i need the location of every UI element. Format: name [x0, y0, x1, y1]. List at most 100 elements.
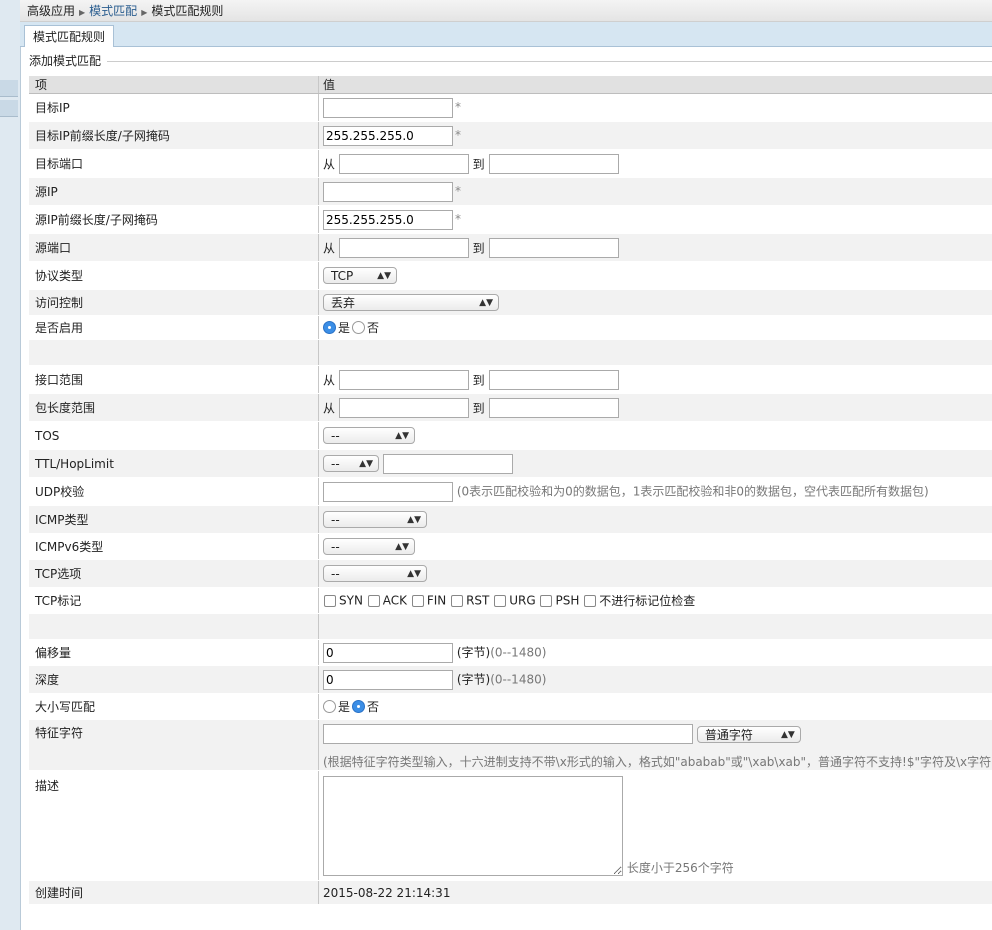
target-port-from-input[interactable]: [338, 153, 469, 174]
field-label: 协议类型: [29, 261, 319, 290]
field-label: 描述: [29, 770, 319, 881]
enabled-yes-radio[interactable]: [323, 321, 336, 334]
breadcrumb: 高级应用 ▶ 模式匹配 ▶ 模式匹配规则: [20, 0, 992, 22]
breadcrumb-link[interactable]: 模式匹配: [89, 4, 137, 18]
field-label: UDP校验: [29, 477, 319, 506]
field-label: ICMP类型: [29, 505, 319, 534]
field-label: 创建时间: [29, 880, 319, 905]
field-label: 大小写匹配: [29, 693, 319, 720]
required-mark: *: [455, 212, 461, 226]
row-source-port: 源端口 从 到: [29, 233, 992, 262]
source-port-from-input[interactable]: [338, 237, 469, 258]
from-label: 从: [323, 241, 336, 255]
select-arrows-icon: ▲▼: [407, 569, 421, 579]
row-udp-check: UDP校验 (0表示匹配校验和为0的数据包，1表示匹配校验和非0的数据包，空代表…: [29, 477, 992, 506]
row-access-control: 访问控制 丢弃 ▲▼: [29, 289, 992, 316]
tab-bar: 模式匹配规则: [20, 22, 992, 47]
row-source-ip: 源IP *: [29, 177, 992, 206]
field-label: 包长度范围: [29, 393, 319, 422]
section-title: 添加模式匹配: [29, 52, 992, 68]
select-arrows-icon: ▲▼: [377, 271, 391, 281]
row-spacer: [29, 613, 992, 640]
case-yes-radio[interactable]: [323, 700, 336, 713]
field-label: 目标端口: [29, 149, 319, 178]
iface-to-input[interactable]: [488, 369, 619, 390]
case-no-radio[interactable]: [352, 700, 366, 713]
tcp-flag-rst-checkbox[interactable]: [451, 594, 464, 607]
row-icmpv6-type: ICMPv6类型 -- ▲▼: [29, 533, 992, 560]
row-enabled: 是否启用 是否: [29, 315, 992, 340]
protocol-select[interactable]: TCP ▲▼: [323, 267, 397, 284]
table-header: 项 值: [29, 76, 992, 94]
field-label: ICMPv6类型: [29, 533, 319, 560]
tcp-flag-syn-checkbox[interactable]: [324, 594, 336, 607]
to-label: 到: [472, 241, 485, 255]
offset-input[interactable]: [323, 642, 453, 663]
select-arrows-icon: ▲▼: [359, 459, 373, 469]
tcp-flag-urg-checkbox[interactable]: [494, 594, 507, 607]
sidebar-handle[interactable]: [0, 80, 18, 97]
description-hint: 长度小于256个字符: [626, 861, 734, 875]
depth-input[interactable]: [323, 669, 453, 690]
row-target-port: 目标端口 从 到: [29, 149, 992, 178]
row-protocol: 协议类型 TCP ▲▼: [29, 261, 992, 290]
source-port-to-input[interactable]: [488, 237, 619, 258]
select-arrows-icon: ▲▼: [479, 298, 493, 308]
tcp-flag-psh-checkbox[interactable]: [540, 594, 553, 607]
row-tos: TOS -- ▲▼: [29, 421, 992, 450]
icmp-type-select[interactable]: -- ▲▼: [323, 511, 427, 528]
breadcrumb-current: 模式匹配规则: [151, 4, 224, 18]
required-mark: *: [455, 128, 461, 142]
row-iface-range: 接口范围 从 到: [29, 365, 992, 394]
required-mark: *: [455, 100, 461, 114]
signature-input[interactable]: [323, 724, 693, 744]
tcp-flag-ack-checkbox[interactable]: [367, 594, 380, 607]
field-label: 访问控制: [29, 289, 319, 316]
tcp-flag-fin-checkbox[interactable]: [411, 594, 424, 607]
select-arrows-icon: ▲▼: [395, 542, 409, 552]
breadcrumb-separator-icon: ▶: [141, 8, 148, 17]
row-icmp-type: ICMP类型 -- ▲▼: [29, 505, 992, 534]
row-target-ip: 目标IP *: [29, 93, 992, 122]
udp-check-hint: (0表示匹配校验和为0的数据包，1表示匹配校验和非0的数据包，空代表匹配所有数据…: [456, 484, 929, 498]
source-ip-input[interactable]: [323, 181, 453, 202]
signature-type-select[interactable]: 普通字符 ▲▼: [696, 725, 801, 743]
description-textarea[interactable]: [323, 776, 623, 876]
column-header-value: 值: [318, 76, 992, 94]
required-mark: *: [455, 184, 461, 198]
access-control-select[interactable]: 丢弃 ▲▼: [323, 294, 499, 311]
source-mask-input[interactable]: [323, 209, 453, 230]
created-time-value: 2015-08-22 21:14:31: [318, 880, 992, 905]
icmpv6-type-select[interactable]: -- ▲▼: [323, 538, 415, 555]
target-port-to-input[interactable]: [488, 153, 619, 174]
pkt-len-to-input[interactable]: [488, 397, 619, 418]
from-label: 从: [323, 157, 336, 171]
row-tcp-option: TCP选项 -- ▲▼: [29, 559, 992, 588]
tos-select[interactable]: -- ▲▼: [323, 427, 415, 444]
tab-pattern-rule[interactable]: 模式匹配规则: [24, 25, 115, 47]
field-label: TCP标记: [29, 587, 319, 614]
row-source-mask: 源IP前缀长度/子网掩码 *: [29, 205, 992, 234]
sidebar-handle[interactable]: [0, 100, 18, 117]
row-spacer: [29, 339, 992, 366]
target-ip-input[interactable]: [323, 97, 453, 118]
row-created: 创建时间 2015-08-22 21:14:31: [29, 880, 992, 905]
ttl-input[interactable]: [382, 453, 513, 474]
ttl-select[interactable]: -- ▲▼: [323, 455, 379, 472]
field-label: 深度: [29, 665, 319, 694]
field-label: 特征字符: [29, 719, 319, 771]
row-offset: 偏移量 (字节)(0--1480): [29, 639, 992, 666]
field-label: 源端口: [29, 233, 319, 262]
tcp-option-select[interactable]: -- ▲▼: [323, 565, 427, 582]
tcp-flag-skip-checkbox[interactable]: [584, 594, 597, 607]
iface-from-input[interactable]: [338, 369, 469, 390]
signature-hint: (根据特征字符类型输入，十六进制支持不带\x形式的输入，格式如"ababab"或…: [323, 755, 992, 769]
form-table: 项 值 目标IP * 目标IP前缀长度/子网掩码 * 目标端口 从 到 源IP …: [29, 76, 992, 905]
pkt-len-from-input[interactable]: [338, 397, 469, 418]
udp-check-input[interactable]: [323, 481, 453, 502]
enabled-no-radio[interactable]: [352, 321, 366, 334]
target-mask-input[interactable]: [323, 125, 453, 146]
field-label: 目标IP前缀长度/子网掩码: [29, 121, 319, 150]
row-signature: 特征字符 普通字符 ▲▼ (根据特征字符类型输入，十六进制支持不带\x形式的输入，…: [29, 719, 992, 771]
column-header-key: 项: [29, 76, 319, 94]
